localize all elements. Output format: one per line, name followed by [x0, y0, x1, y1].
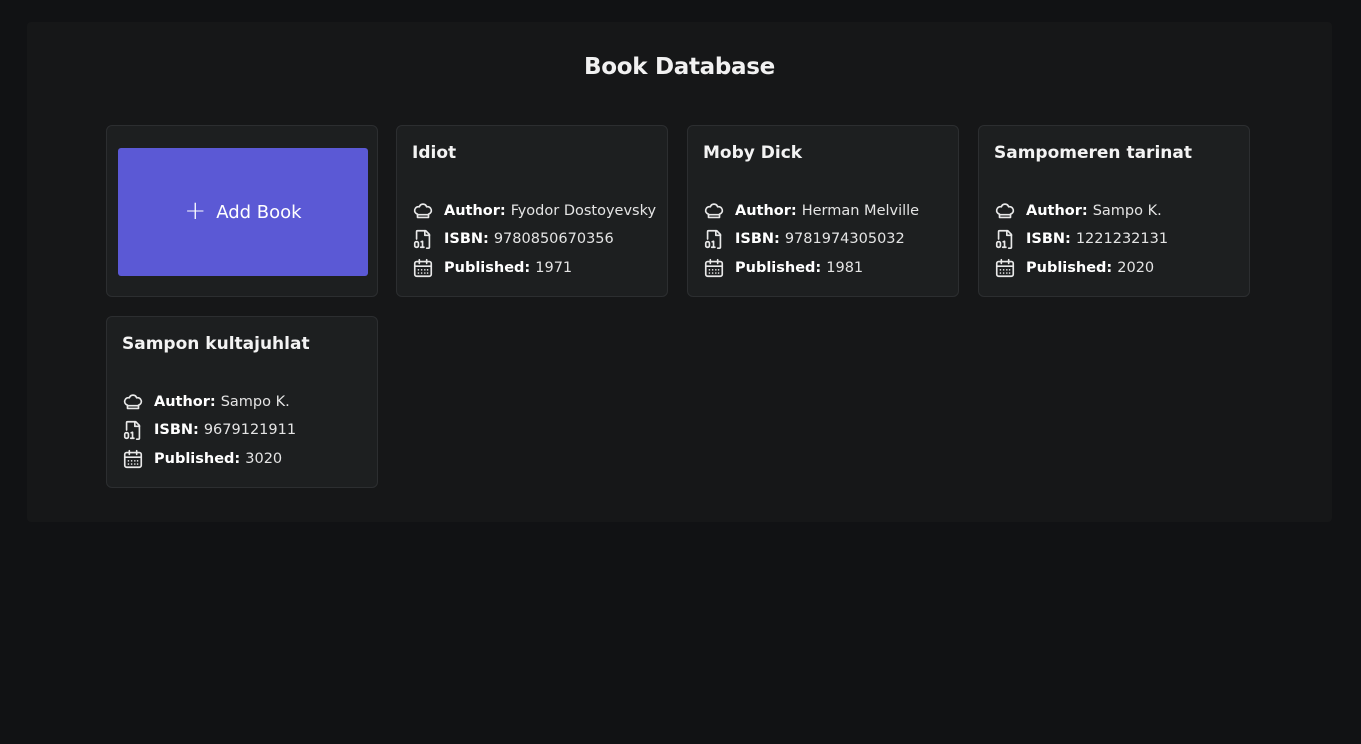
book-card[interactable]: Idiot Author: Fyodor Dostoyevsky ISBN: 9…: [396, 125, 668, 297]
author-value: Sampo K.: [1092, 203, 1162, 219]
published-row: Published: 3020: [122, 448, 282, 470]
isbn-label: ISBN:: [1026, 231, 1071, 247]
published-label: Published:: [154, 451, 241, 467]
isbn-row: ISBN: 9780850670356: [412, 228, 614, 250]
main-panel: Book Database + Add Book Idiot Author: F…: [27, 22, 1332, 522]
author-row: Author: Sampo K.: [994, 200, 1162, 222]
add-book-card: + Add Book: [106, 125, 378, 297]
published-label: Published:: [735, 260, 822, 276]
isbn-value: 9780850670356: [493, 231, 614, 247]
published-row: Published: 1971: [412, 257, 572, 279]
isbn-value: 9679121911: [203, 422, 297, 438]
calendar-icon: [994, 257, 1016, 279]
chef-hat-icon: [122, 391, 144, 413]
plus-icon: +: [184, 196, 207, 226]
book-title: Sampon kultajuhlat: [122, 334, 310, 354]
author-label: Author:: [1026, 203, 1088, 219]
book-card[interactable]: Sampomeren tarinat Author: Sampo K. ISBN…: [978, 125, 1250, 297]
published-value: 1981: [826, 260, 864, 276]
binary-file-icon: [703, 228, 725, 250]
published-row: Published: 2020: [994, 257, 1154, 279]
isbn-value: 1221232131: [1075, 231, 1169, 247]
isbn-row: ISBN: 9679121911: [122, 419, 296, 441]
binary-file-icon: [994, 228, 1016, 250]
author-label: Author:: [735, 203, 797, 219]
published-label: Published:: [1026, 260, 1113, 276]
author-label: Author:: [444, 203, 506, 219]
book-title: Sampomeren tarinat: [994, 143, 1192, 163]
author-row: Author: Sampo K.: [122, 391, 290, 413]
published-value: 2020: [1117, 260, 1155, 276]
book-title: Idiot: [412, 143, 457, 163]
book-card[interactable]: Moby Dick Author: Herman Melville ISBN: …: [687, 125, 959, 297]
book-card[interactable]: Sampon kultajuhlat Author: Sampo K. ISBN…: [106, 316, 378, 488]
binary-file-icon: [412, 228, 434, 250]
published-row: Published: 1981: [703, 257, 863, 279]
published-value: 3020: [245, 451, 283, 467]
author-row: Author: Fyodor Dostoyevsky: [412, 200, 656, 222]
isbn-label: ISBN:: [444, 231, 489, 247]
published-label: Published:: [444, 260, 531, 276]
chef-hat-icon: [703, 200, 725, 222]
isbn-row: ISBN: 9781974305032: [703, 228, 905, 250]
add-book-label: Add Book: [216, 201, 302, 223]
isbn-label: ISBN:: [154, 422, 199, 438]
add-book-button[interactable]: + Add Book: [118, 148, 368, 276]
book-title: Moby Dick: [703, 143, 803, 163]
author-value: Sampo K.: [220, 394, 290, 410]
page-title: Book Database: [584, 54, 775, 80]
calendar-icon: [122, 448, 144, 470]
author-value: Herman Melville: [801, 203, 920, 219]
isbn-row: ISBN: 1221232131: [994, 228, 1168, 250]
published-value: 1971: [535, 260, 573, 276]
chef-hat-icon: [412, 200, 434, 222]
author-value: Fyodor Dostoyevsky: [510, 203, 657, 219]
calendar-icon: [412, 257, 434, 279]
isbn-label: ISBN:: [735, 231, 780, 247]
isbn-value: 9781974305032: [784, 231, 905, 247]
author-row: Author: Herman Melville: [703, 200, 919, 222]
binary-file-icon: [122, 419, 144, 441]
calendar-icon: [703, 257, 725, 279]
author-label: Author:: [154, 394, 216, 410]
chef-hat-icon: [994, 200, 1016, 222]
